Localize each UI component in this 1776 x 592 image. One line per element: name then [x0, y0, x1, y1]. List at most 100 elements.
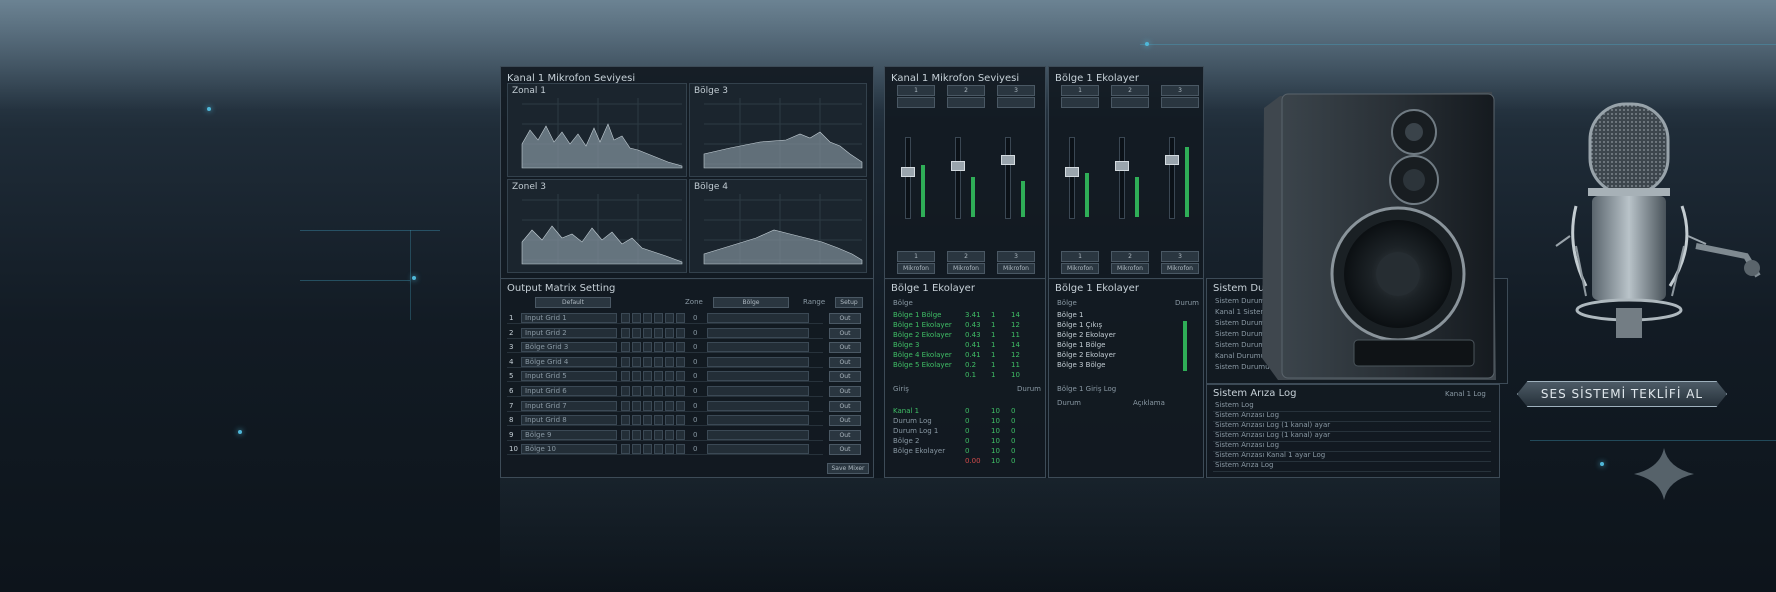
channel-solo-button[interactable] [897, 97, 935, 108]
channel-number-button[interactable]: 3 [997, 85, 1035, 96]
row-zone-field[interactable] [707, 313, 809, 323]
save-mixer-button[interactable]: Save Mixer [827, 463, 869, 474]
matrix-cell[interactable] [621, 415, 630, 426]
matrix-cell[interactable] [665, 371, 674, 382]
matrix-cell[interactable] [643, 444, 652, 455]
matrix-cell[interactable] [632, 327, 641, 338]
row-level-select[interactable]: Out [829, 400, 861, 412]
channel-number-button[interactable]: 1 [897, 85, 935, 96]
matrix-cell[interactable] [632, 342, 641, 353]
matrix-cell[interactable] [621, 371, 630, 382]
row-level-select[interactable]: Out [829, 356, 861, 368]
matrix-cell[interactable] [632, 400, 641, 411]
channel-number-button[interactable]: 3 [1161, 85, 1199, 96]
matrix-cell[interactable] [621, 386, 630, 396]
row-level-select[interactable]: Out [829, 327, 861, 339]
matrix-cell[interactable] [643, 429, 652, 440]
row-zone-field[interactable] [707, 429, 809, 440]
matrix-cell[interactable] [654, 327, 663, 338]
matrix-cell[interactable] [654, 313, 663, 323]
row-level-select[interactable]: Out [829, 444, 861, 456]
matrix-cell[interactable] [665, 342, 674, 353]
matrix-cell[interactable] [632, 313, 641, 323]
row-zone-field[interactable] [707, 327, 809, 338]
matrix-cell[interactable] [621, 356, 630, 367]
matrix-cell[interactable] [621, 313, 630, 323]
fader-handle[interactable] [901, 167, 915, 177]
row-zone-field[interactable] [707, 415, 809, 426]
matrix-cell[interactable] [621, 327, 630, 338]
channel-solo-button[interactable] [1061, 97, 1099, 108]
matrix-cell[interactable] [654, 415, 663, 426]
row-level-select[interactable]: Out [829, 415, 861, 427]
matrix-cell[interactable] [621, 444, 630, 455]
matrix-cell[interactable] [654, 371, 663, 382]
matrix-cell[interactable] [676, 400, 685, 411]
matrix-cell[interactable] [654, 444, 663, 455]
matrix-cell[interactable] [665, 313, 674, 323]
matrix-cell[interactable] [643, 400, 652, 411]
channel-solo-button[interactable] [947, 97, 985, 108]
matrix-cell[interactable] [665, 400, 674, 411]
matrix-cell[interactable] [665, 415, 674, 426]
row-zone-field[interactable] [707, 342, 809, 353]
matrix-cell[interactable] [654, 356, 663, 367]
row-level-select[interactable]: Out [829, 313, 861, 324]
fader-handle[interactable] [1001, 155, 1015, 165]
matrix-cell[interactable] [643, 327, 652, 338]
matrix-cell[interactable] [643, 386, 652, 396]
matrix-cell[interactable] [621, 342, 630, 353]
row-zone-field[interactable] [707, 444, 809, 455]
matrix-cell[interactable] [643, 356, 652, 367]
matrix-cell[interactable] [654, 400, 663, 411]
matrix-cell[interactable] [665, 386, 674, 396]
matrix-cell[interactable] [665, 444, 674, 455]
fader-handle[interactable] [951, 161, 965, 171]
bolge-select[interactable]: Bölge [713, 297, 789, 308]
matrix-cell[interactable] [676, 444, 685, 455]
matrix-cell[interactable] [621, 429, 630, 440]
channel-label-button[interactable]: Mikrofon [1061, 263, 1099, 274]
matrix-cell[interactable] [632, 386, 641, 396]
matrix-cell[interactable] [665, 327, 674, 338]
row-zone-field[interactable] [707, 371, 809, 382]
matrix-cell[interactable] [665, 356, 674, 367]
channel-label-button[interactable]: Mikrofon [897, 263, 935, 274]
row-level-select[interactable]: Out [829, 371, 861, 383]
matrix-cell[interactable] [632, 429, 641, 440]
fader-handle[interactable] [1115, 161, 1129, 171]
matrix-cell[interactable] [676, 342, 685, 353]
channel-label-button[interactable]: Mikrofon [1161, 263, 1199, 274]
channel-solo-button[interactable] [997, 97, 1035, 108]
default-select[interactable]: Default [535, 297, 611, 308]
matrix-cell[interactable] [632, 356, 641, 367]
row-zone-field[interactable] [707, 356, 809, 367]
matrix-cell[interactable] [621, 400, 630, 411]
matrix-cell[interactable] [676, 429, 685, 440]
setup-button[interactable]: Setup [835, 297, 863, 308]
matrix-cell[interactable] [643, 371, 652, 382]
channel-label-button[interactable]: Mikrofon [947, 263, 985, 274]
fader-handle[interactable] [1065, 167, 1079, 177]
row-level-select[interactable]: Out [829, 429, 861, 441]
get-sound-system-quote-button[interactable]: SES SİSTEMİ TEKLİFİ AL [1517, 381, 1727, 407]
matrix-cell[interactable] [676, 371, 685, 382]
matrix-cell[interactable] [643, 313, 652, 323]
matrix-cell[interactable] [654, 386, 663, 396]
channel-number-button[interactable]: 2 [947, 85, 985, 96]
channel-solo-button[interactable] [1111, 97, 1149, 108]
channel-label-button[interactable]: Mikrofon [997, 263, 1035, 274]
matrix-cell[interactable] [654, 342, 663, 353]
row-zone-field[interactable] [707, 386, 809, 396]
matrix-cell[interactable] [643, 342, 652, 353]
row-level-select[interactable]: Out [829, 386, 861, 397]
fader-handle[interactable] [1165, 155, 1179, 165]
matrix-cell[interactable] [632, 371, 641, 382]
row-zone-field[interactable] [707, 400, 809, 411]
matrix-cell[interactable] [643, 415, 652, 426]
matrix-cell[interactable] [676, 386, 685, 396]
channel-label-button[interactable]: Mikrofon [1111, 263, 1149, 274]
channel-number-button[interactable]: 2 [1111, 85, 1149, 96]
matrix-cell[interactable] [632, 444, 641, 455]
matrix-cell[interactable] [676, 415, 685, 426]
